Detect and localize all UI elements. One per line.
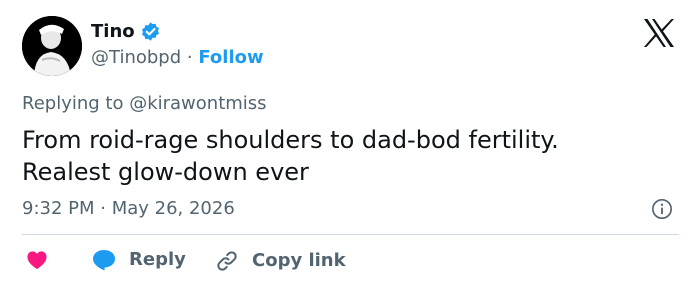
author-handle-row: @Tinobpd · Follow bbox=[91, 49, 264, 67]
author-name-row[interactable]: Tino bbox=[91, 21, 161, 42]
divider bbox=[22, 234, 679, 235]
replying-to[interactable]: Replying to @kirawontmiss bbox=[22, 95, 267, 113]
tweet-text-line: Realest glow-down ever bbox=[22, 158, 309, 186]
tweet-text-line: From roid-rage shoulders to dad-bod fert… bbox=[22, 126, 559, 154]
author-display-name[interactable]: Tino bbox=[91, 22, 135, 41]
like-button[interactable] bbox=[26, 250, 48, 270]
reply-label[interactable]: Reply bbox=[129, 251, 186, 269]
reply-button[interactable]: Reply bbox=[92, 249, 186, 271]
tweet-text: From roid-rage shoulders to dad-bod fert… bbox=[22, 124, 662, 188]
link-icon bbox=[217, 251, 237, 271]
x-logo-icon[interactable] bbox=[643, 18, 675, 48]
tweet-timestamp[interactable]: 9:32 PM · May 26, 2026 bbox=[22, 200, 235, 218]
avatar-photo bbox=[22, 16, 82, 76]
author-handle[interactable]: @Tinobpd bbox=[91, 47, 181, 68]
chat-bubble-icon bbox=[93, 250, 115, 271]
verified-badge-icon bbox=[141, 22, 159, 41]
avatar[interactable] bbox=[22, 16, 82, 76]
copy-link-label[interactable]: Copy link bbox=[252, 252, 346, 270]
follow-button[interactable]: Follow bbox=[198, 47, 263, 68]
info-icon[interactable] bbox=[651, 198, 673, 220]
separator-dot: · bbox=[186, 47, 193, 68]
heart-icon bbox=[27, 251, 47, 270]
copy-link-button[interactable]: Copy link bbox=[215, 249, 346, 273]
